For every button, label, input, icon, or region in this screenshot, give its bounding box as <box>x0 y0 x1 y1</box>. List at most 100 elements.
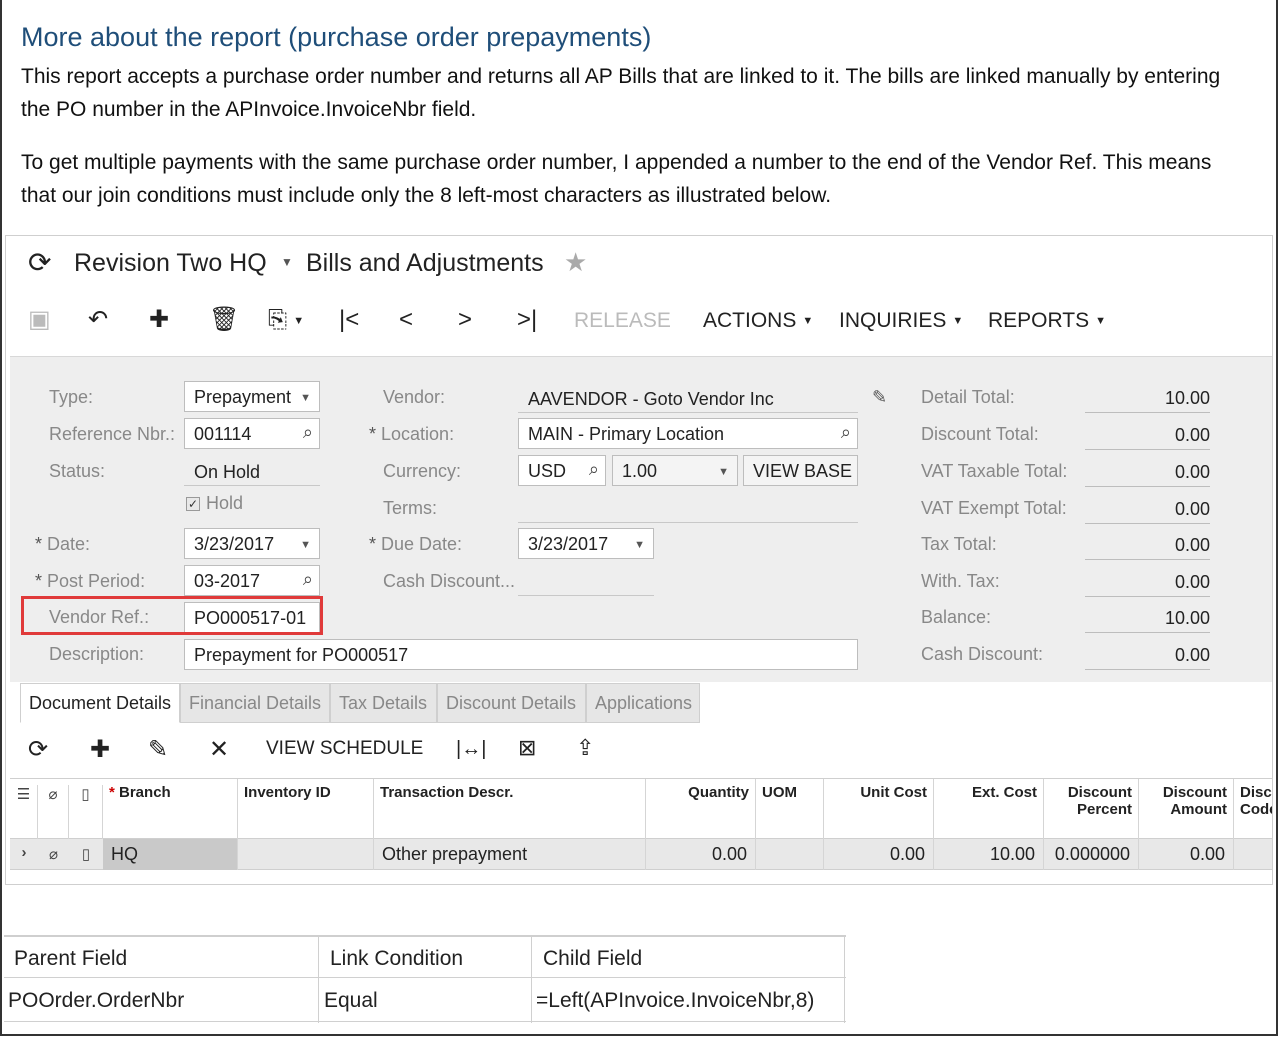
cell-branch[interactable]: HQ <box>103 839 238 870</box>
table-row[interactable]: › ⌀ ▯ HQ Other prepayment 0.00 0.00 10.0… <box>10 839 1272 870</box>
cell-inventory-id[interactable] <box>238 839 374 870</box>
tab-financial-details[interactable]: Financial Details <box>180 683 330 723</box>
total-value: 10.00 <box>1164 608 1210 628</box>
note-icon: ▯ <box>69 785 103 840</box>
col-ext-cost[interactable]: Ext. Cost <box>934 779 1044 840</box>
postperiod-value: 03-2017 <box>194 571 261 591</box>
duedate-field[interactable]: 3/23/2017 ▼ <box>518 528 654 559</box>
tab-discount-details[interactable]: Discount Details <box>437 683 586 723</box>
col-uom[interactable]: UOM <box>756 779 824 840</box>
row-menu-icon[interactable]: ☰ <box>10 785 38 840</box>
add-icon[interactable]: ✚ <box>149 306 169 334</box>
fit-columns-icon[interactable]: |↔| <box>456 738 486 761</box>
delete-icon[interactable]: 🗑 <box>209 306 239 334</box>
cell-quantity[interactable]: 0.00 <box>646 839 756 870</box>
type-label: Type: <box>49 387 94 407</box>
duedate-label-text: Due Date: <box>381 534 463 554</box>
table-divider <box>4 977 846 978</box>
add-row-icon[interactable]: ✚ <box>90 735 110 764</box>
type-select[interactable]: Prepayment ▼ <box>184 381 320 412</box>
first-record-icon[interactable]: |< <box>339 306 359 334</box>
refresh-icon[interactable]: ⟳ <box>28 246 51 279</box>
header-child-field: Child Field <box>543 947 643 970</box>
col-branch-label: Branch <box>119 784 171 801</box>
col-quantity[interactable]: Quantity <box>646 779 756 840</box>
search-icon[interactable]: ⌕ <box>303 568 313 590</box>
note-icon[interactable]: ▯ <box>69 845 103 863</box>
currency-field[interactable]: USD ⌕ <box>518 455 606 486</box>
required-marker: * <box>35 571 48 591</box>
view-base-button[interactable]: VIEW BASE <box>743 455 858 486</box>
screenshot-panel: ⟳ Revision Two HQ ▼ Bills and Adjustment… <box>5 235 1273 885</box>
vendor-value[interactable]: AAVENDOR - Goto Vendor Inc <box>528 388 774 410</box>
vendor-ref-highlight <box>21 596 323 635</box>
cell-link-condition: Equal <box>324 989 378 1012</box>
grid-toolbar: ⟳ ✚ ✎ ✕ VIEW SCHEDULE |↔| ⊠ ⇪ <box>6 732 1272 772</box>
refnbr-field[interactable]: 001114 ⌕ <box>184 418 320 449</box>
edit-icon[interactable]: ✎ <box>148 735 168 764</box>
description-field[interactable]: Prepayment for PO000517 <box>184 639 858 670</box>
col-discount-amount[interactable]: Discount Amount <box>1139 779 1234 840</box>
company-selector[interactable]: Revision Two HQ <box>74 249 267 278</box>
previous-record-icon[interactable]: < <box>399 306 413 334</box>
chevron-down-icon[interactable]: ▼ <box>281 255 293 269</box>
hold-checkbox[interactable]: ✓ <box>186 497 200 511</box>
export-excel-icon[interactable]: ⊠ <box>518 735 536 761</box>
delete-row-icon[interactable]: ✕ <box>209 735 229 764</box>
reports-menu[interactable]: REPORTS ▼ <box>988 309 1106 333</box>
total-value: 10.00 <box>1164 388 1210 408</box>
col-transaction-descr[interactable]: Transaction Descr. <box>374 779 646 840</box>
tab-applications[interactable]: Applications <box>586 683 700 723</box>
next-record-icon[interactable]: > <box>458 306 472 334</box>
inquiries-menu[interactable]: INQUIRIES ▼ <box>839 309 963 333</box>
chevron-down-icon: ▼ <box>1095 315 1107 328</box>
col-disc-code[interactable]: Disc Code <box>1234 779 1272 840</box>
refresh-icon[interactable]: ⟳ <box>28 735 48 764</box>
search-icon[interactable]: ⌕ <box>589 458 599 480</box>
last-record-icon[interactable]: >| <box>517 306 537 334</box>
total-label: Balance: <box>921 607 992 627</box>
copy-paste-icon[interactable]: ⎘ ▼ <box>268 306 304 335</box>
paperclip-icon[interactable]: ⌀ <box>38 845 69 863</box>
search-icon[interactable]: ⌕ <box>841 421 851 443</box>
title-bar: ⟳ Revision Two HQ ▼ Bills and Adjustment… <box>6 236 1272 292</box>
col-branch[interactable]: * Branch <box>103 779 238 840</box>
total-underline <box>1085 596 1210 597</box>
search-icon[interactable]: ⌕ <box>303 421 313 443</box>
edit-pencil-icon[interactable]: ✎ <box>872 386 887 408</box>
terms-label: Terms: <box>383 498 437 518</box>
cell-discount-percent[interactable]: 0.000000 <box>1044 839 1139 870</box>
tab-tax-details[interactable]: Tax Details <box>330 683 437 723</box>
currency-rate-field[interactable]: 1.00 ▼ <box>612 455 738 486</box>
undo-icon[interactable]: ↶ <box>88 306 108 334</box>
star-icon[interactable]: ★ <box>564 247 587 278</box>
actions-menu[interactable]: ACTIONS ▼ <box>703 309 813 333</box>
header-link-condition: Link Condition <box>330 947 464 970</box>
postperiod-field[interactable]: 03-2017 ⌕ <box>184 565 320 596</box>
date-field[interactable]: 3/23/2017 ▼ <box>184 528 320 559</box>
tab-document-details[interactable]: Document Details <box>20 683 180 723</box>
table-divider <box>844 937 845 1023</box>
total-underline <box>1085 486 1210 487</box>
actions-label: ACTIONS <box>703 309 797 332</box>
col-unit-cost[interactable]: Unit Cost <box>824 779 934 840</box>
location-field[interactable]: MAIN - Primary Location ⌕ <box>518 418 858 449</box>
view-schedule-button[interactable]: VIEW SCHEDULE <box>266 738 423 760</box>
inquiries-label: INQUIRIES <box>839 309 947 332</box>
cell-uom[interactable] <box>756 839 824 870</box>
cell-transaction-descr[interactable]: Other prepayment <box>374 839 646 870</box>
currency-rate-value: 1.00 <box>622 461 658 481</box>
required-marker: * <box>109 784 115 801</box>
save-icon[interactable]: ▣ <box>28 306 51 334</box>
total-value: 0.00 <box>1174 499 1210 519</box>
details-grid: ☰ ⌀ ▯ * Branch Inventory ID Transaction … <box>10 778 1272 884</box>
cell-discount-amount[interactable]: 0.00 <box>1139 839 1234 870</box>
upload-icon[interactable]: ⇪ <box>576 735 594 761</box>
release-button[interactable]: RELEASE <box>574 309 671 333</box>
row-pointer-icon: › <box>21 844 27 861</box>
date-label: * Date: <box>35 534 90 555</box>
cell-ext-cost[interactable]: 10.00 <box>934 839 1044 870</box>
col-discount-percent[interactable]: Discount Percent <box>1044 779 1139 840</box>
col-inventory-id[interactable]: Inventory ID <box>238 779 374 840</box>
cell-unit-cost[interactable]: 0.00 <box>824 839 934 870</box>
